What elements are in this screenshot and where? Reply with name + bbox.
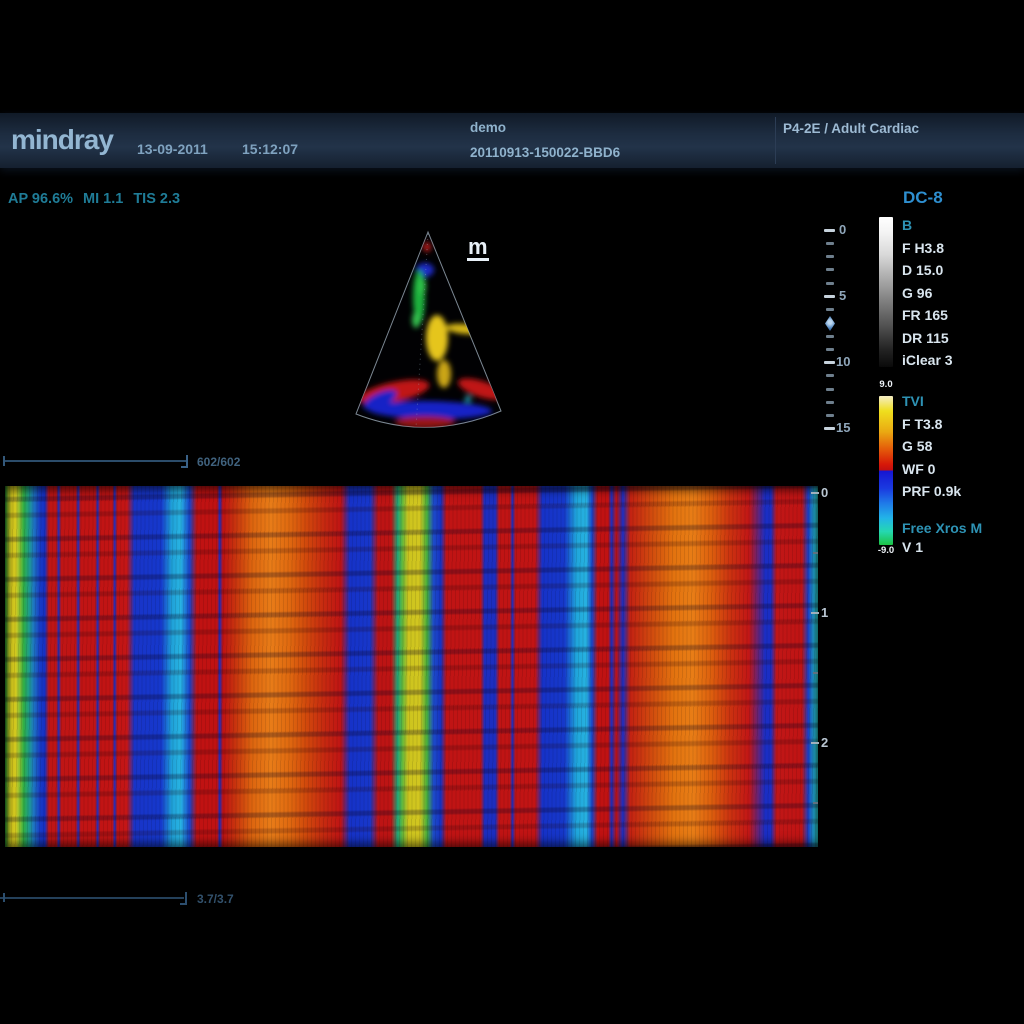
ruler-tick	[826, 414, 834, 417]
free-xros-v-param: V 1	[902, 539, 923, 555]
b-param-depth: D 15.0	[902, 259, 953, 282]
m-depth-label-1: 1	[821, 605, 828, 620]
m-ruler-tick	[813, 672, 818, 674]
tvi-color-map-bar	[879, 396, 893, 545]
depth-label-0: 0	[839, 222, 846, 237]
b-param-gain: G 96	[902, 282, 953, 305]
m-ruler-tick	[813, 552, 818, 554]
b-param-iclear: iClear 3	[902, 349, 953, 372]
depth-label-15: 15	[836, 420, 850, 435]
depth-label-5: 5	[839, 288, 846, 303]
ruler-tick	[824, 361, 835, 364]
m-ruler-tick	[813, 802, 818, 804]
focus-position-marker[interactable]	[825, 316, 835, 331]
header-bar: mindray 13-09-2011 15:12:07 demo 2011091…	[0, 113, 1024, 168]
acoustic-power: AP 96.6%	[8, 191, 73, 207]
m-depth-label-0: 0	[821, 485, 828, 500]
sweep-position-marker-foot	[180, 903, 185, 905]
cine-progress-line[interactable]	[5, 460, 187, 462]
ruler-tick	[826, 282, 834, 285]
system-model: DC-8	[903, 188, 943, 208]
cine-position-marker[interactable]	[186, 455, 188, 468]
ruler-tick	[826, 348, 834, 351]
cine-position-marker-foot	[181, 466, 186, 468]
cine-start-cap	[3, 456, 5, 466]
mechanical-index: MI 1.1	[83, 191, 123, 207]
header-divider	[775, 117, 776, 164]
sweep-start-cap	[3, 893, 5, 902]
mindray-logo: mindray	[11, 124, 113, 156]
sweep-time-label: 3.7/3.7	[197, 892, 234, 906]
sweep-line	[0, 897, 184, 899]
b-image-sector	[350, 230, 514, 432]
b-param-frequency: F H3.8	[902, 237, 953, 260]
thermal-index: TIS 2.3	[133, 191, 180, 207]
exam-date: 13-09-2011	[137, 141, 208, 157]
tvi-scale-max: 9.0	[872, 379, 900, 390]
b-param-dynamicrange: DR 115	[902, 327, 953, 350]
m-ruler-tick	[811, 742, 819, 744]
sweep-position-marker	[185, 892, 187, 905]
ultrasound-screen: mindray 13-09-2011 15:12:07 demo 2011091…	[0, 0, 1024, 1024]
b-param-framerate: FR 165	[902, 304, 953, 327]
cine-frame-counter: 602/602	[197, 455, 240, 469]
tvi-param-wallfilter: WF 0	[902, 458, 961, 481]
ruler-tick	[824, 229, 835, 232]
tvi-mmode-strip	[5, 486, 818, 847]
depth-label-10: 10	[836, 354, 850, 369]
ruler-tick	[826, 374, 834, 377]
tvi-param-gain: G 58	[902, 435, 961, 458]
free-xros-label: Free Xros M	[902, 520, 982, 536]
tvi-param-prf: PRF 0.9k	[902, 480, 961, 503]
ruler-tick	[824, 427, 835, 430]
m-ruler-tick	[811, 492, 819, 494]
ruler-tick	[826, 268, 834, 271]
sector-svg	[350, 230, 514, 432]
patient-name: demo	[470, 120, 506, 135]
acoustic-output-line: AP 96.6% MI 1.1 TIS 2.3	[8, 191, 180, 207]
tvi-mode-params: TVI F T3.8 G 58 WF 0 PRF 0.9k	[902, 390, 961, 503]
ruler-tick	[826, 308, 834, 311]
tvi-param-frequency: F T3.8	[902, 413, 961, 436]
study-id: 20110913-150022-BBD6	[470, 145, 620, 160]
ruler-tick	[826, 242, 834, 245]
probe-preset: P4-2E / Adult Cardiac	[783, 121, 919, 136]
tvi-scale-min: -9.0	[870, 545, 902, 556]
sweep-time-bar: 3.7/3.7	[0, 891, 280, 909]
ruler-tick	[826, 388, 834, 391]
tvi-mode-label: TVI	[902, 390, 961, 413]
ruler-tick	[826, 255, 834, 258]
b-mode-params: B F H3.8 D 15.0 G 96 FR 165 DR 115 iClea…	[902, 214, 953, 372]
ruler-tick	[826, 335, 834, 338]
ruler-tick	[824, 295, 835, 298]
m-line-marker: m	[467, 237, 489, 261]
m-ruler-tick	[811, 612, 819, 614]
grayscale-map-bar	[879, 217, 893, 367]
exam-time: 15:12:07	[242, 141, 298, 157]
b-mode-label: B	[902, 214, 953, 237]
cine-progress[interactable]: 602/602	[3, 454, 283, 472]
m-depth-label-2: 2	[821, 735, 828, 750]
ruler-tick	[826, 401, 834, 404]
